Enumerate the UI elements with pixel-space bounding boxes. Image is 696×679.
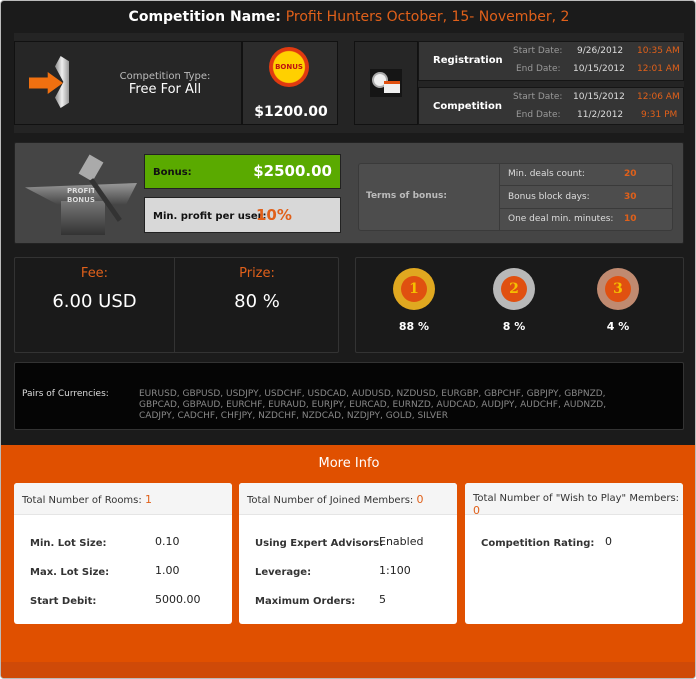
bonus-badge-panel: BONUS $1200.00	[242, 41, 338, 125]
medal-icon: 1	[393, 268, 435, 310]
bonus-box: Bonus: $2500.00	[144, 154, 341, 189]
competition-type-panel: Competition Type: Free For All	[14, 41, 242, 125]
card-header: Total Number of Rooms: 1	[14, 483, 232, 515]
currency-pairs: Pairs of Currencies: EURUSD, GBPUSD, USD…	[14, 362, 684, 430]
currency-list: EURUSD, GBPUSD, USDJPY, USDCHF, USDCAD, …	[139, 389, 607, 421]
footer-bar	[1, 662, 695, 678]
place-3: 3 4 %	[588, 268, 648, 333]
info-card: Total Number of "Wish to Play" Members: …	[465, 483, 683, 624]
medal-icon: 2	[493, 268, 535, 310]
clock-calendar-icon	[370, 69, 402, 97]
terms-of-bonus: Terms of bonus: Min. deals count: 20 Bon…	[358, 163, 673, 231]
terms-row: One deal min. minutes: 10	[508, 214, 637, 224]
schedule-icon-panel	[354, 41, 418, 125]
info-card: Total Number of Joined Members: 0 Using E…	[239, 483, 457, 624]
card-header: Total Number of Joined Members: 0	[239, 483, 457, 515]
info-card: Total Number of Rooms: 1 Min. Lot Size: 0…	[14, 483, 232, 624]
anvil-hammer-icon: PROFIT BONUS	[23, 153, 143, 238]
bonus-ribbon-icon: BONUS	[269, 47, 309, 87]
medal-icon: 3	[597, 268, 639, 310]
place-2: 2 8 %	[484, 268, 544, 333]
card-header: Total Number of "Wish to Play" Members: …	[465, 483, 683, 517]
terms-row: Min. deals count: 20	[500, 164, 672, 186]
place-1: 1 88 %	[384, 268, 444, 333]
fee-value: 6.00 USD	[52, 291, 137, 312]
page-title: Competition Name: Profit Hunters October…	[128, 9, 570, 25]
arrows-icon	[29, 56, 79, 108]
prize-value: 80 %	[234, 291, 280, 312]
competition-dates: Competition Start Date: 10/15/2012 12:06…	[418, 87, 684, 125]
profit-bonus-section: PROFIT BONUS Bonus: $2500.00 Min. profit…	[14, 142, 684, 244]
fee-prize-panel: Fee: 6.00 USD Prize: 80 %	[14, 257, 339, 353]
competition-name: Profit Hunters October, 15- November, 2	[285, 9, 570, 25]
competition-details: Competition Name: Profit Hunters October…	[0, 0, 696, 679]
registration-dates: Registration Start Date: 9/26/2012 10:35…	[418, 41, 684, 81]
terms-row: Bonus block days: 30	[500, 187, 672, 209]
more-info-section: More Info Total Number of Rooms: 1 Min. L…	[1, 445, 695, 678]
prize-distribution: 1 88 % 2 8 % 3 4 %	[355, 257, 684, 353]
min-profit-box: Min. profit per user: 10%	[144, 197, 341, 233]
